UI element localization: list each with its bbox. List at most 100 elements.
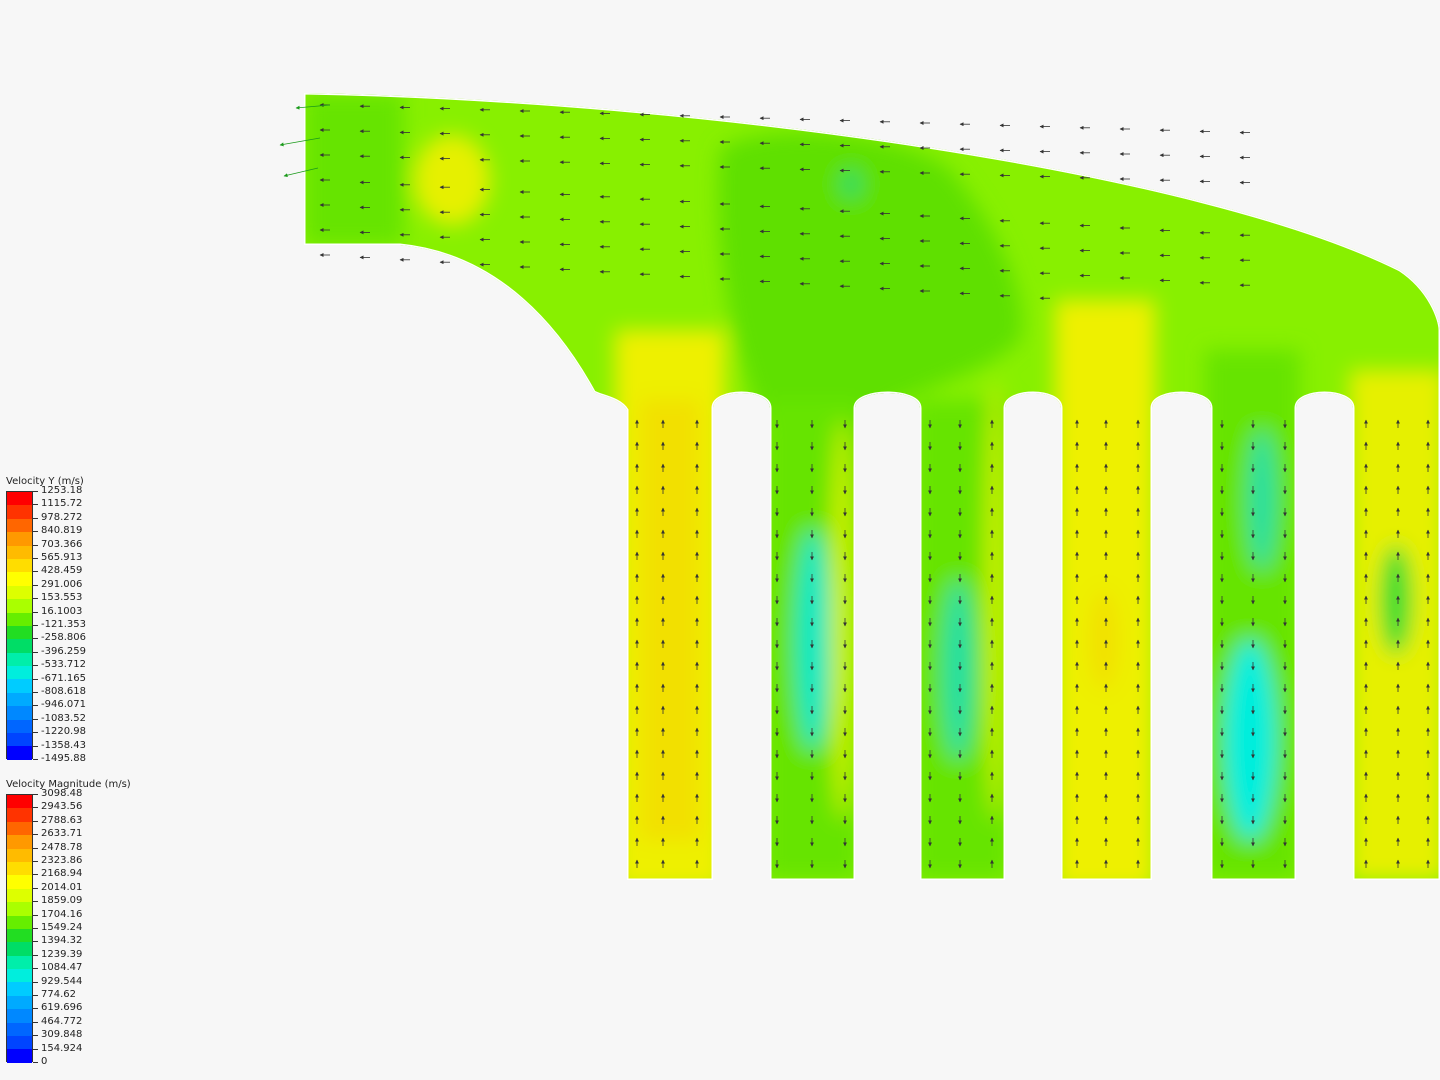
color-swatch	[7, 795, 32, 809]
legend-tick	[33, 1035, 38, 1037]
legend-label: 3098.48	[41, 788, 83, 799]
legend-label: 428.459	[41, 565, 83, 577]
color-scale-bar	[6, 491, 33, 760]
legend-label: -396.259	[41, 645, 86, 657]
legend-tick	[33, 874, 38, 876]
color-swatch	[7, 639, 32, 653]
legend-tick	[33, 531, 38, 533]
color-swatch	[7, 848, 32, 862]
legend-label: 2633.71	[41, 828, 83, 840]
legend-label: 929.544	[41, 975, 83, 987]
legend-label: 291.006	[41, 578, 83, 590]
color-swatch	[7, 679, 32, 693]
legend-velocity-y: Velocity Y (m/s) 1253.18 1115.72 978.272 84…	[6, 476, 86, 764]
color-swatch	[7, 1009, 32, 1023]
legend-tick	[33, 692, 38, 693]
legend-label: -671.165	[41, 672, 86, 684]
legend-label: -533.712	[41, 659, 86, 671]
legend-tick	[33, 1062, 38, 1063]
simulation-viewport[interactable]	[0, 0, 1440, 1080]
legend-label: 2168.94	[41, 868, 83, 880]
legend-tick	[33, 625, 38, 626]
contour-spot	[841, 170, 861, 198]
legend-tick	[33, 638, 38, 640]
legend-tick	[33, 504, 38, 506]
contour-gold-finger-1	[640, 400, 700, 840]
legend-tick	[33, 732, 38, 734]
legend-tick	[33, 1021, 38, 1023]
legend-tick	[33, 651, 38, 653]
color-swatch	[7, 902, 32, 916]
color-swatch	[7, 505, 32, 519]
legend-label: -1220.98	[41, 726, 86, 738]
contour-blobs	[304, 93, 1440, 880]
legend-tick	[33, 544, 38, 546]
color-swatch	[7, 1036, 32, 1050]
legend-tick	[33, 861, 38, 862]
legend-label: -1083.52	[41, 712, 86, 724]
color-swatch	[7, 666, 32, 680]
color-swatch	[7, 835, 32, 849]
legend-label: -1495.88	[41, 753, 86, 764]
legend-tick	[33, 598, 38, 600]
legend-tick	[33, 914, 38, 916]
legend-label: -121.353	[41, 619, 86, 630]
color-swatch	[7, 532, 32, 546]
contour-cyan-finger-3	[942, 580, 974, 760]
legend-tick	[33, 611, 38, 613]
legend-tick	[33, 928, 38, 929]
color-swatch	[7, 518, 32, 533]
legend-label: 1549.24	[41, 922, 83, 933]
color-swatch	[7, 982, 32, 996]
legend-tick	[33, 571, 38, 573]
legend-tick	[33, 1048, 38, 1050]
color-swatch	[7, 558, 32, 573]
color-swatch	[7, 888, 32, 903]
legend-label: 978.272	[41, 511, 83, 523]
color-swatch	[7, 706, 32, 720]
legend-label: 1115.72	[41, 498, 83, 510]
legend-label: 16.1003	[41, 605, 83, 617]
legend-label: 1859.09	[41, 895, 83, 907]
legend-tick	[33, 491, 38, 492]
legend-velocity-magnitude: Velocity Magnitude (m/s) 3098.48 2943.56 2…	[6, 779, 131, 1067]
color-swatch	[7, 995, 32, 1010]
legend-label: 0	[41, 1056, 48, 1067]
color-swatch	[7, 1022, 32, 1037]
legend-tick	[33, 941, 38, 943]
color-swatch	[7, 1049, 32, 1063]
contour-gold-finger-4	[1090, 590, 1118, 690]
legend-label: 1239.39	[41, 948, 83, 960]
color-scale-bar	[6, 794, 33, 1063]
contour-yellow-blob-1	[414, 135, 490, 225]
legend-label: 619.696	[41, 1002, 83, 1014]
color-swatch	[7, 928, 32, 943]
color-swatch	[7, 942, 32, 956]
legend-tick	[33, 794, 38, 795]
legend-tick	[33, 954, 38, 956]
legend-tick	[33, 517, 38, 519]
color-swatch	[7, 692, 32, 707]
contour-lime-finger-2-edge	[830, 420, 854, 820]
legend-label: 2478.78	[41, 841, 83, 853]
flow-domain[interactable]	[280, 80, 1440, 900]
contour-lime-finger-3-edge	[985, 380, 1005, 820]
color-swatch	[7, 612, 32, 626]
color-swatch	[7, 599, 32, 613]
legend-label: 1084.47	[41, 962, 83, 974]
legend-label: -1358.43	[41, 739, 86, 751]
legend-label: 1704.16	[41, 908, 83, 920]
legend-label: 565.913	[41, 552, 83, 563]
legend-label: -946.071	[41, 699, 86, 711]
contour-cyan-finger-5	[1224, 640, 1276, 840]
color-swatch	[7, 808, 32, 822]
legend-tick	[33, 678, 38, 680]
legend-tick	[33, 759, 38, 760]
legend-tick	[33, 745, 38, 747]
legend-label: 1253.18	[41, 485, 83, 496]
legend-label: 703.366	[41, 538, 83, 550]
color-swatch	[7, 625, 32, 640]
legend-tick	[33, 807, 38, 809]
color-swatch	[7, 585, 32, 600]
legend-tick	[33, 847, 38, 849]
